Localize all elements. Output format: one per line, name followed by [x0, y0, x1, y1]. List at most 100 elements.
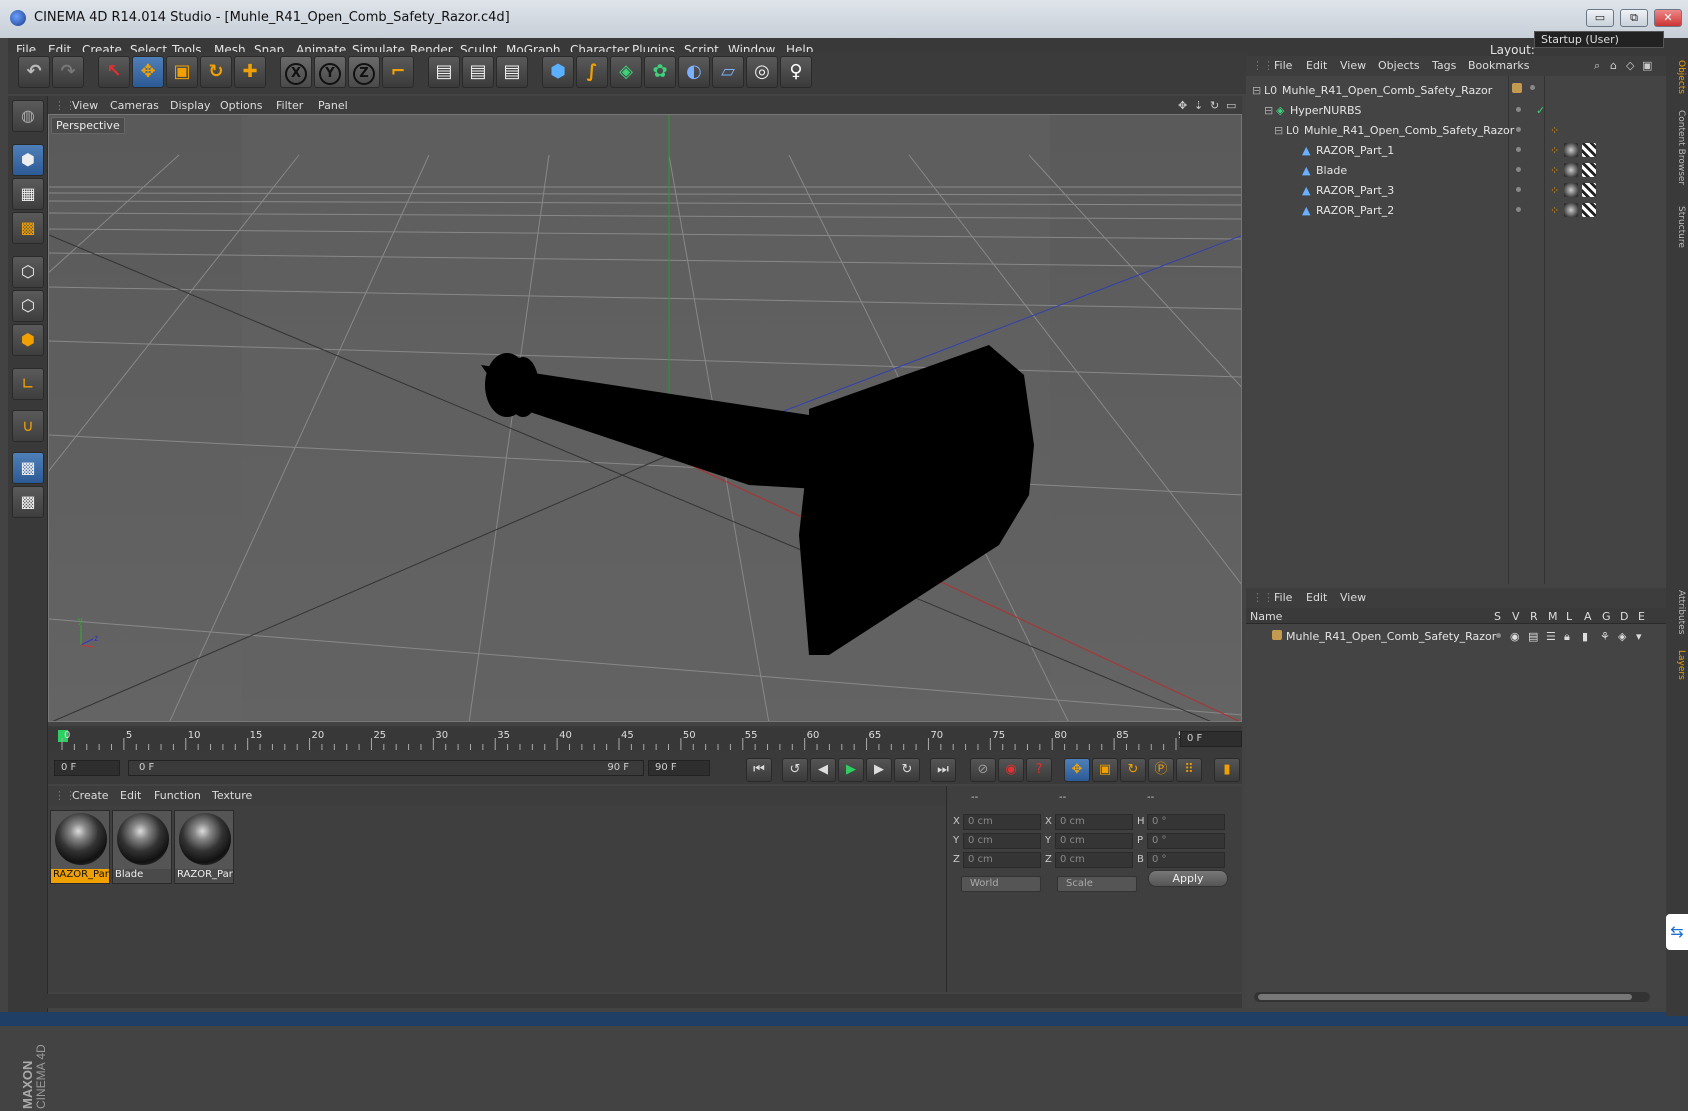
material-tag-icon[interactable] — [1564, 183, 1578, 197]
visibility-dot-icon[interactable] — [1516, 127, 1521, 132]
material-swatch[interactable]: RAZOR_Par — [174, 810, 234, 884]
floor-icon[interactable]: ▱ — [712, 56, 744, 88]
material-menu-texture[interactable]: Texture — [212, 789, 252, 802]
collapse-icon[interactable]: ⊟ — [1264, 104, 1273, 117]
collapse-icon[interactable]: ⊟ — [1252, 84, 1261, 97]
deformer-icon[interactable]: ◐ — [678, 56, 710, 88]
material-tag-icon[interactable] — [1564, 143, 1578, 157]
visibility-dot-icon[interactable] — [1516, 187, 1521, 192]
phong-tag-icon[interactable]: ⁘ — [1550, 124, 1559, 137]
objects-menu-bookmarks[interactable]: Bookmarks — [1468, 59, 1529, 72]
animation-toggle-icon[interactable]: ▮ — [1582, 630, 1588, 643]
cube-object-icon[interactable]: ⬢ — [542, 56, 574, 88]
texture-mode-icon[interactable]: ▦ — [12, 178, 44, 210]
material-menu-create[interactable]: Create — [72, 789, 109, 802]
column-name[interactable]: Name — [1250, 610, 1282, 623]
deformer-toggle-icon[interactable]: ◈ — [1618, 630, 1626, 643]
layer-color-icon[interactable] — [1272, 630, 1282, 640]
column-view[interactable]: V — [1512, 610, 1520, 623]
select-tool-icon[interactable]: ↖ — [98, 56, 130, 88]
camera-label[interactable]: Perspective — [51, 117, 125, 134]
column-solo[interactable]: S — [1494, 610, 1501, 623]
restore-button[interactable]: ⧉ — [1620, 9, 1648, 27]
column-expressions[interactable]: E — [1638, 610, 1645, 623]
scale-tool-icon[interactable]: ▣ — [166, 56, 198, 88]
workplane-lock-icon[interactable]: ▩ — [12, 452, 44, 484]
visibility-dot-icon[interactable] — [1516, 107, 1521, 112]
start-frame-field[interactable]: 0 F — [54, 760, 120, 776]
size-y-field[interactable]: 0 cm — [1055, 833, 1133, 849]
layers-menu-edit[interactable]: Edit — [1306, 591, 1327, 604]
record-keys-icon[interactable]: ⊘ — [970, 758, 996, 782]
tab-objects[interactable]: Objects — [1668, 60, 1686, 94]
next-frame-icon[interactable]: ▶ — [866, 758, 892, 782]
position-z-field[interactable]: 0 cm — [963, 852, 1041, 868]
object-row[interactable]: ⊟ L0 Muhle_R41_Open_Comb_Safety_Razor ⁘ — [1246, 120, 1666, 140]
texture-tag-icon[interactable] — [1582, 163, 1596, 177]
back-icon[interactable]: ◇ — [1626, 59, 1634, 72]
camera-icon[interactable]: ◎ — [746, 56, 778, 88]
perspective-viewport[interactable]: yz Perspective — [48, 114, 1242, 722]
redo-icon[interactable]: ↷ — [52, 56, 84, 88]
object-row[interactable]: ▲ RAZOR_Part_1 ⁘ — [1246, 140, 1666, 160]
move-tool-icon[interactable]: ✥ — [132, 56, 164, 88]
viewport-menu-filter[interactable]: Filter — [276, 99, 303, 112]
material-tag-icon[interactable] — [1564, 163, 1578, 177]
keyframe-selection-icon[interactable]: ? — [1026, 758, 1052, 782]
material-swatch[interactable]: RAZOR_Par — [50, 810, 110, 884]
size-z-field[interactable]: 0 cm — [1055, 852, 1133, 868]
render-toggle-icon[interactable]: ▤ — [1528, 630, 1538, 643]
home-icon[interactable]: ⌂ — [1610, 59, 1617, 72]
close-button[interactable]: ✕ — [1654, 9, 1682, 27]
texture-tag-icon[interactable] — [1582, 143, 1596, 157]
viewport-rotate-icon[interactable]: ↻ — [1210, 99, 1219, 112]
rotation-b-field[interactable]: 0 ° — [1147, 852, 1225, 868]
phong-tag-icon[interactable]: ⁘ — [1550, 184, 1559, 197]
phong-tag-icon[interactable]: ⁘ — [1550, 204, 1559, 217]
manager-toggle-icon[interactable]: ☰ — [1546, 630, 1556, 643]
material-tag-icon[interactable] — [1564, 203, 1578, 217]
transform-mode-select[interactable]: Scale — [1057, 876, 1137, 892]
solo-toggle-icon[interactable] — [1496, 633, 1501, 638]
render-settings-icon[interactable]: ▤ — [496, 56, 528, 88]
object-row[interactable]: ▲ Blade ⁘ — [1246, 160, 1666, 180]
tab-content-browser[interactable]: Content Browser — [1668, 110, 1686, 185]
position-y-field[interactable]: 0 cm — [963, 833, 1041, 849]
objects-menu-tags[interactable]: Tags — [1432, 59, 1456, 72]
x-axis-lock-icon[interactable]: X — [280, 56, 312, 88]
previous-frame-icon[interactable]: ◀ — [810, 758, 836, 782]
magnet-icon[interactable]: ∪ — [12, 410, 44, 442]
polygons-mode-icon[interactable]: ⬢ — [12, 324, 44, 356]
object-row[interactable]: ⊟ L0 Muhle_R41_Open_Comb_Safety_Razor — [1246, 80, 1666, 100]
generator-toggle-icon[interactable]: ⚘ — [1600, 630, 1610, 643]
column-manager[interactable]: M — [1548, 610, 1558, 623]
coordinate-system-icon[interactable]: ⌐ — [382, 56, 414, 88]
texture-tag-icon[interactable] — [1582, 183, 1596, 197]
phong-tag-icon[interactable]: ⁘ — [1550, 164, 1559, 177]
column-deformers[interactable]: D — [1620, 610, 1628, 623]
autokey-icon[interactable]: ◉ — [998, 758, 1024, 782]
go-to-start-icon[interactable]: ⏮ — [746, 758, 772, 782]
next-key-icon[interactable]: ↻ — [894, 758, 920, 782]
points-mode-icon[interactable]: ⬡ — [12, 256, 44, 288]
light-icon[interactable]: ♀ — [780, 56, 812, 88]
go-to-end-icon[interactable]: ⏭ — [930, 758, 956, 782]
z-axis-lock-icon[interactable]: Z — [348, 56, 380, 88]
viewport-menu-panel[interactable]: Panel — [318, 99, 348, 112]
axis-mode-icon[interactable]: ∟ — [12, 368, 44, 400]
tab-layers[interactable]: Layers — [1668, 650, 1686, 680]
edges-mode-icon[interactable]: ⬡ — [12, 290, 44, 322]
y-axis-lock-icon[interactable]: Y — [314, 56, 346, 88]
layer-color-icon[interactable] — [1512, 83, 1522, 93]
parameter-key-icon[interactable]: Ⓟ — [1148, 758, 1174, 782]
search-icon[interactable]: ⌕ — [1594, 59, 1600, 73]
rotation-h-field[interactable]: 0 ° — [1147, 814, 1225, 830]
size-x-field[interactable]: 0 cm — [1055, 814, 1133, 830]
horizontal-scrollbar[interactable] — [1254, 992, 1650, 1002]
lock-toggle-icon[interactable]: 🔒︎ — [1564, 630, 1570, 644]
undo-icon[interactable]: ↶ — [18, 56, 50, 88]
material-swatch[interactable]: Blade — [112, 810, 172, 884]
column-locked[interactable]: L — [1566, 610, 1572, 623]
object-row[interactable]: ▲ RAZOR_Part_2 ⁘ — [1246, 200, 1666, 220]
viewport-menu-options[interactable]: Options — [220, 99, 262, 112]
